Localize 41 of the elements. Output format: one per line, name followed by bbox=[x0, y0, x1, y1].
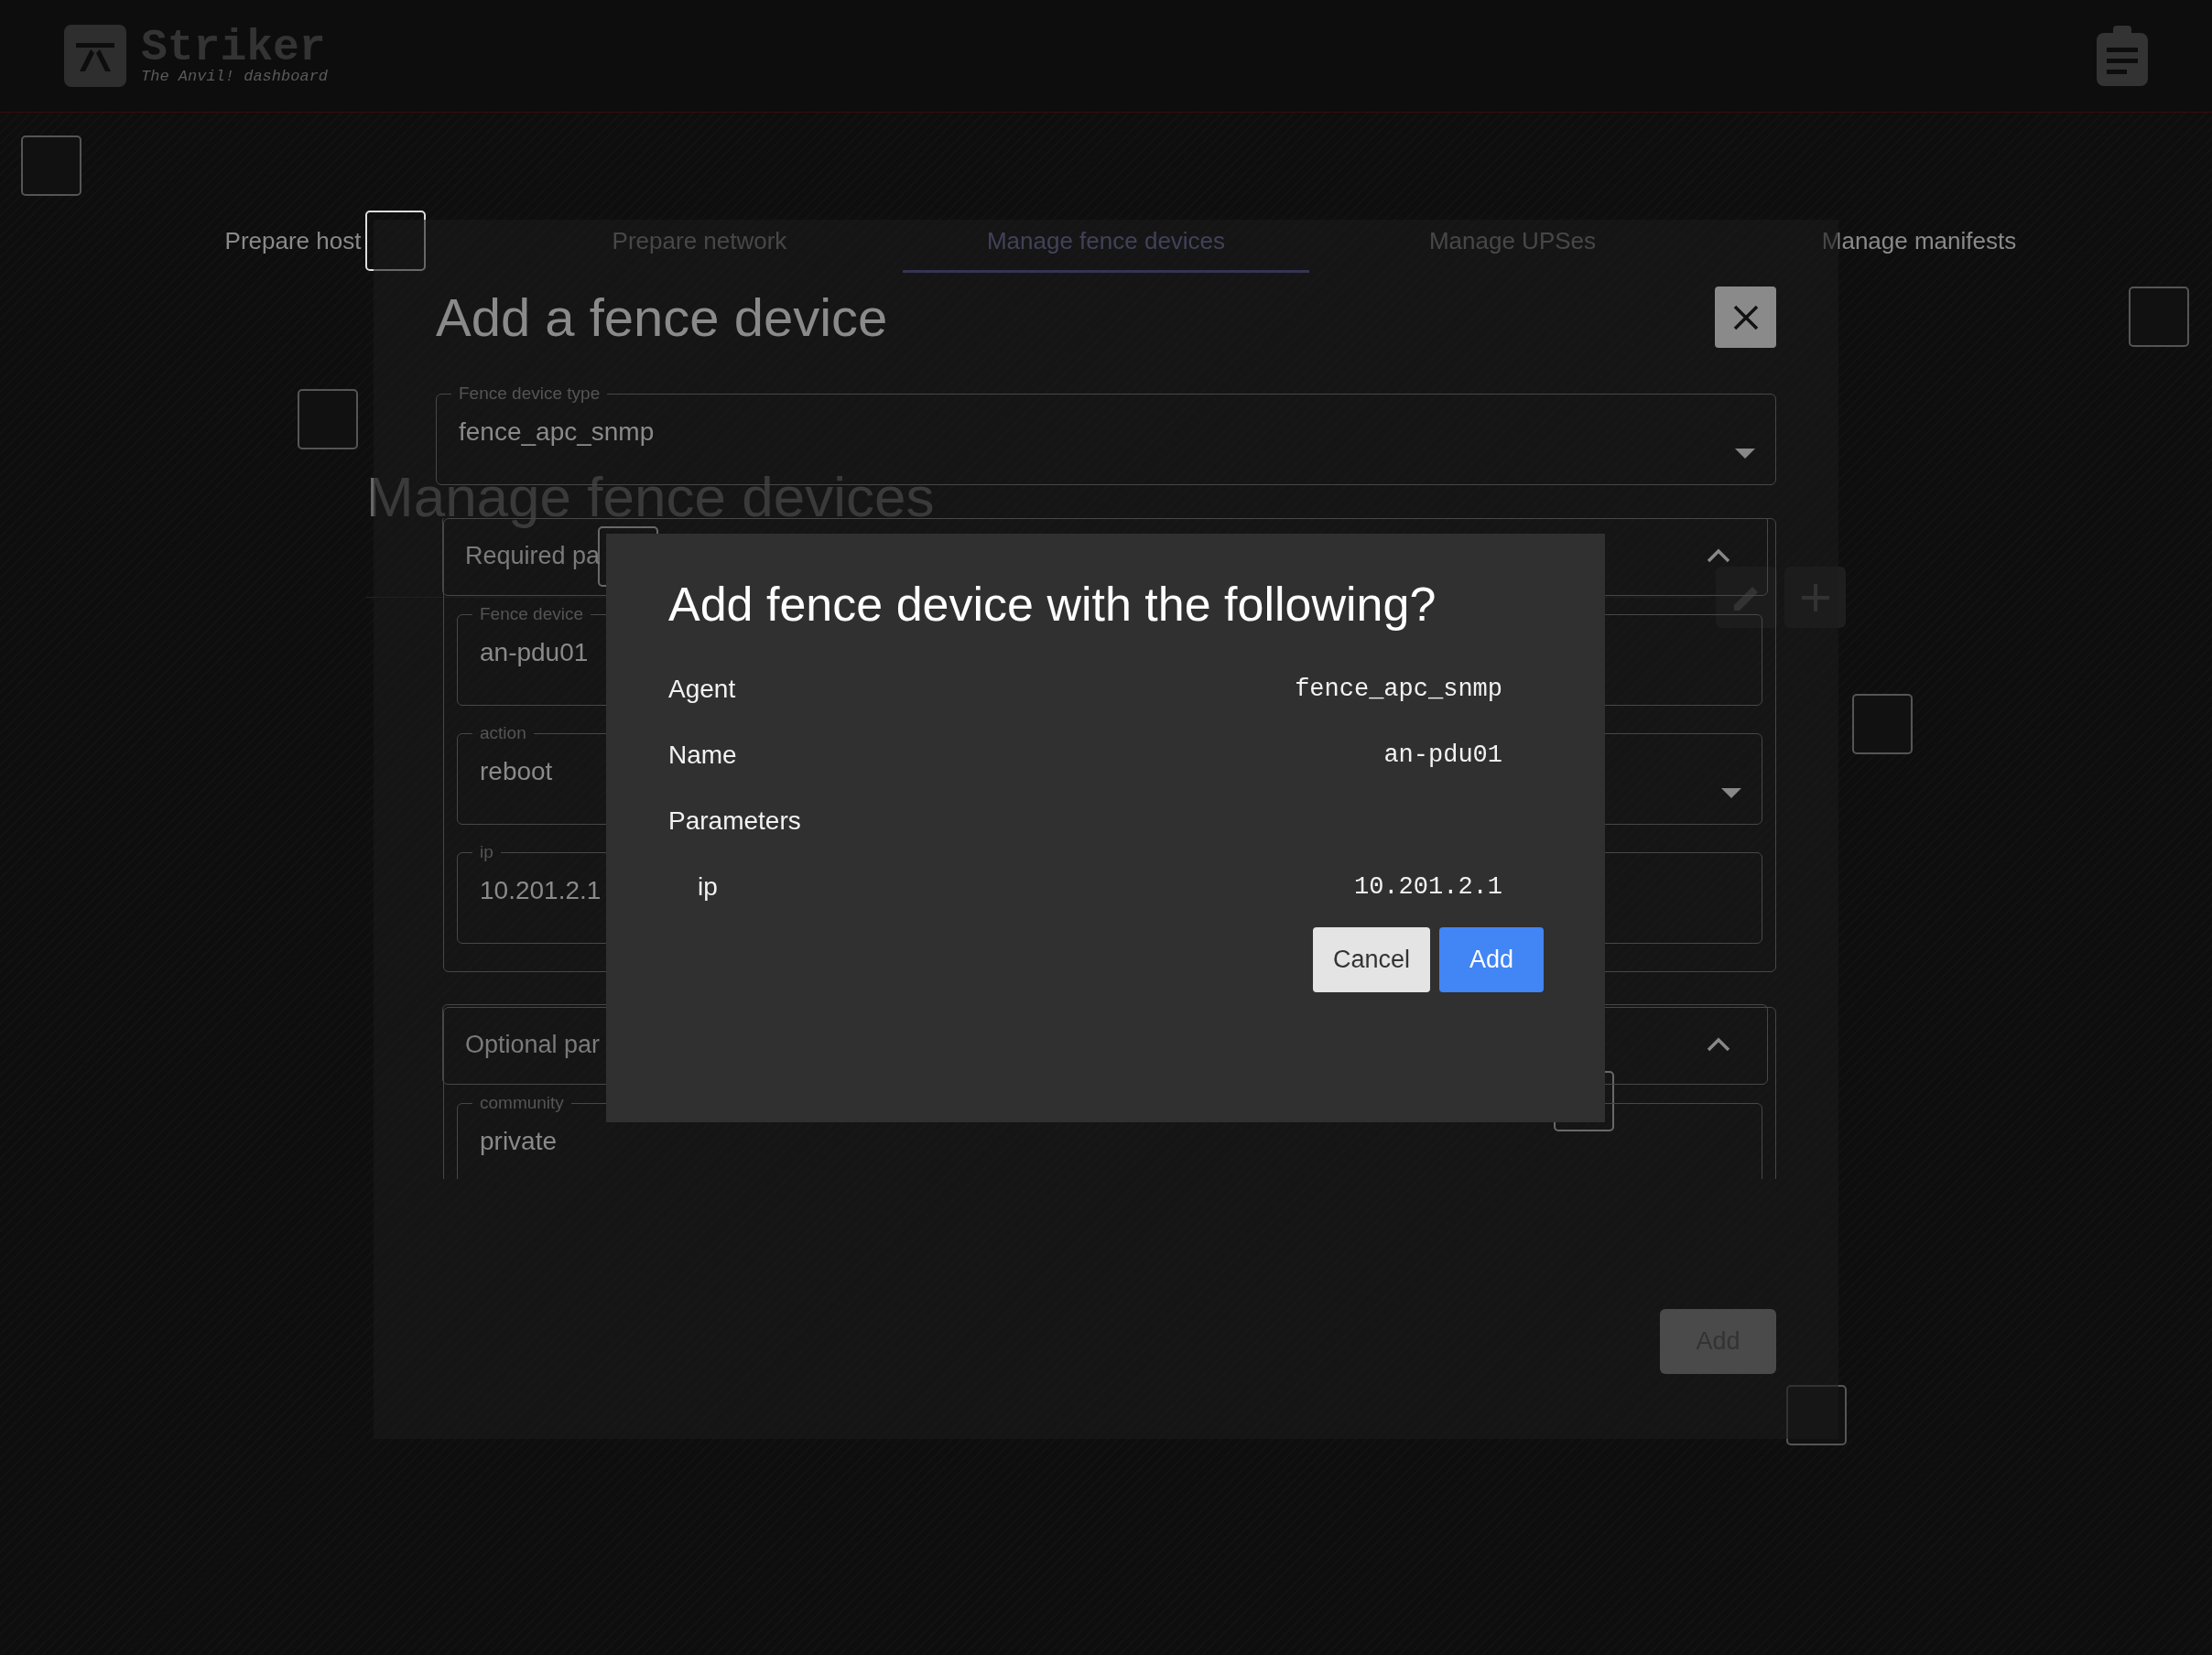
field-label: action bbox=[479, 724, 527, 742]
field-label: community bbox=[479, 1094, 565, 1112]
outlined-square bbox=[365, 211, 426, 271]
field-value: an-pdu01 bbox=[480, 637, 589, 668]
outlined-square bbox=[2129, 287, 2189, 347]
close-button[interactable] bbox=[1715, 287, 1776, 348]
caret-icon bbox=[1721, 788, 1741, 799]
clipboard-icon[interactable] bbox=[2097, 26, 2148, 86]
tab[interactable]: Prepare host bbox=[90, 211, 496, 273]
field-label: Fence device bbox=[479, 605, 584, 623]
section-title: Optional par bbox=[465, 1029, 601, 1060]
field-value: reboot bbox=[480, 756, 553, 787]
summary-value: 10.201.2.1 bbox=[1353, 871, 1502, 903]
outlined-square bbox=[1786, 1385, 1847, 1445]
summary-label: Agent bbox=[668, 674, 736, 705]
summary-label: ip bbox=[697, 871, 718, 903]
logo-icon bbox=[64, 25, 126, 87]
app-subtitle: The Anvil! dashboard bbox=[141, 69, 329, 85]
field-value: fence_apc_snmp bbox=[459, 416, 655, 448]
close-icon bbox=[1731, 303, 1760, 331]
confirm-button[interactable]: Add bbox=[1438, 927, 1544, 992]
summary-value: an-pdu01 bbox=[1383, 740, 1502, 771]
field-label: Fence device type bbox=[458, 384, 602, 403]
caret-icon bbox=[1735, 449, 1755, 460]
dialog-title: Add a fence device bbox=[436, 287, 888, 348]
outlined-square bbox=[298, 389, 358, 449]
cancel-button[interactable]: Cancel bbox=[1312, 927, 1430, 992]
summary-label: Name bbox=[668, 740, 737, 771]
outlined-square bbox=[21, 135, 81, 196]
chevron-up-icon bbox=[1707, 1037, 1730, 1052]
edit-button[interactable] bbox=[1716, 567, 1777, 628]
section-label: Parameters bbox=[668, 806, 801, 837]
select-field[interactable]: Fence device type fence_apc_snmp bbox=[436, 384, 1776, 485]
summary-value: fence_apc_snmp bbox=[1295, 674, 1502, 705]
field-value: private bbox=[480, 1126, 558, 1157]
tab[interactable]: Manage manifests bbox=[1716, 211, 2122, 273]
add-button[interactable] bbox=[1784, 567, 1846, 628]
outlined-square bbox=[1852, 694, 1913, 754]
field-value: 10.201.2.1 bbox=[480, 875, 602, 906]
chevron-up-icon bbox=[1707, 548, 1730, 563]
field-label: ip bbox=[479, 843, 494, 861]
